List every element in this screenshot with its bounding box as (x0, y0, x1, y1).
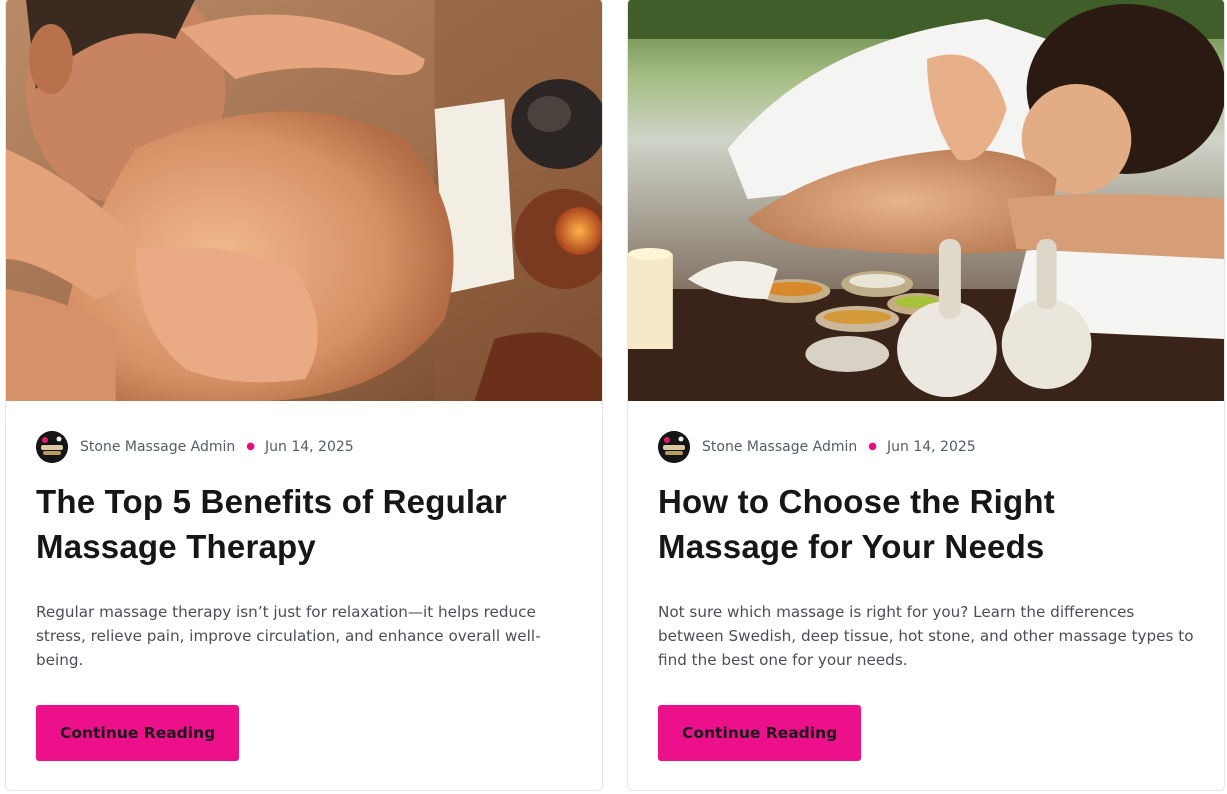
blog-card-2: Stone Massage Admin ● Jun 14, 2025 How t… (627, 0, 1225, 791)
post-thumbnail-2[interactable] (628, 0, 1224, 401)
stone-massage-logo-icon (36, 431, 68, 463)
post-meta: Stone Massage Admin ● Jun 14, 2025 (36, 431, 354, 463)
stone-massage-logo-icon (658, 431, 690, 463)
meta-separator-dot: ● (246, 441, 256, 452)
post-excerpt: Not sure which massage is right for you?… (658, 603, 1194, 669)
author-name[interactable]: Stone Massage Admin (80, 439, 235, 455)
author-name[interactable]: Stone Massage Admin (702, 439, 857, 455)
continue-reading-button[interactable]: Continue Reading (658, 705, 862, 761)
post-date: Jun 14, 2025 (265, 439, 354, 455)
post-excerpt: Regular massage therapy isn’t just for r… (36, 603, 541, 669)
post-title[interactable]: The Top 5 Benefits of Regular Massage Th… (36, 479, 556, 569)
post-title[interactable]: How to Choose the Right Massage for Your… (658, 479, 1178, 569)
post-meta: Stone Massage Admin ● Jun 14, 2025 (658, 431, 976, 463)
author-avatar[interactable] (658, 431, 690, 463)
massage-photo-image (6, 0, 602, 401)
continue-reading-button[interactable]: Continue Reading (36, 705, 240, 761)
blog-card-1: Stone Massage Admin ● Jun 14, 2025 The T… (5, 0, 603, 791)
post-date: Jun 14, 2025 (887, 439, 976, 455)
meta-separator-dot: ● (868, 441, 878, 452)
post-thumbnail-1[interactable] (6, 0, 602, 401)
spa-massage-photo-image (628, 0, 1224, 401)
author-avatar[interactable] (36, 431, 68, 463)
